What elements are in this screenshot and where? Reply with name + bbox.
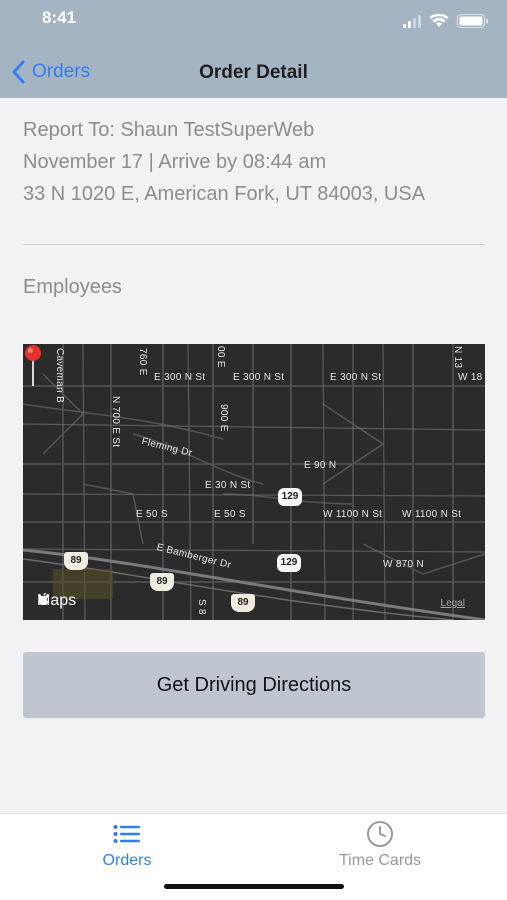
map-street-label: W 1100 N St [402, 509, 462, 520]
map-street-label: E 300 N St [154, 372, 206, 383]
map-streets-graphic [23, 344, 485, 620]
map-street-label: W 1100 N St [323, 509, 383, 520]
battery-icon [457, 14, 489, 28]
map-street-label: 900 E [218, 404, 229, 432]
map-street-label: 00 E [215, 346, 226, 368]
schedule-text: November 17 | Arrive by 08:44 am [23, 151, 327, 173]
status-time: 8:41 [42, 8, 77, 27]
page-title: Order Detail [199, 62, 308, 83]
employees-label: Employees [23, 276, 122, 298]
divider [23, 244, 485, 245]
clock-icon [367, 821, 393, 847]
list-icon [113, 825, 140, 843]
map-street-label: 760 E [137, 348, 148, 376]
report-to-text: Report To: Shaun TestSuperWeb [23, 119, 315, 141]
map-street-label: W 18 [458, 372, 483, 383]
tab-orders[interactable]: Orders [27, 820, 227, 870]
legal-link[interactable]: Legal [441, 598, 465, 609]
map-street-label: E 300 N St [330, 372, 382, 383]
map-street-label: E 90 N [304, 460, 337, 471]
highway-shield-icon: 89 [150, 573, 174, 591]
map-street-label: W 870 N [383, 559, 425, 570]
nav-header: 8:41 Orders Order Detail [0, 0, 507, 98]
map-street-label: Caveman B [54, 348, 65, 403]
tab-time-cards-label: Time Cards [338, 852, 422, 869]
map-street-label: E 50 S [214, 509, 246, 520]
status-icons [403, 14, 489, 28]
wifi-icon [429, 14, 449, 28]
address-text: 33 N 1020 E, American Fork, UT 84003, US… [23, 183, 426, 205]
map-street-label: E 50 S [136, 509, 168, 520]
get-directions-button[interactable]: Get Driving Directions [23, 652, 485, 718]
location-map[interactable]: Caveman B 760 E 00 E E 300 N St E 300 N … [23, 344, 485, 620]
highway-shield-icon: 89 [231, 594, 255, 612]
highway-shield-icon: 89 [64, 552, 88, 570]
order-info: Report To: Shaun TestSuperWeb November 1… [23, 118, 485, 214]
apple-icon [38, 592, 49, 606]
map-street-label: S 8 [196, 599, 207, 615]
map-street-label: N 13 [452, 346, 463, 369]
highway-shield-icon: 129 [277, 554, 301, 572]
map-street-label: N 700 E St [110, 396, 121, 448]
tab-time-cards[interactable]: Time Cards [280, 820, 480, 870]
location-pin-icon [25, 345, 41, 386]
home-indicator[interactable] [164, 884, 344, 889]
highway-shield-icon: 129 [278, 488, 302, 506]
cellular-signal-icon [403, 14, 421, 28]
tab-orders-label: Orders [102, 852, 152, 869]
apple-maps-logo: Maps [37, 592, 76, 610]
map-street-label: E 30 N St [205, 480, 251, 491]
map-street-label: E 300 N St [233, 372, 285, 383]
